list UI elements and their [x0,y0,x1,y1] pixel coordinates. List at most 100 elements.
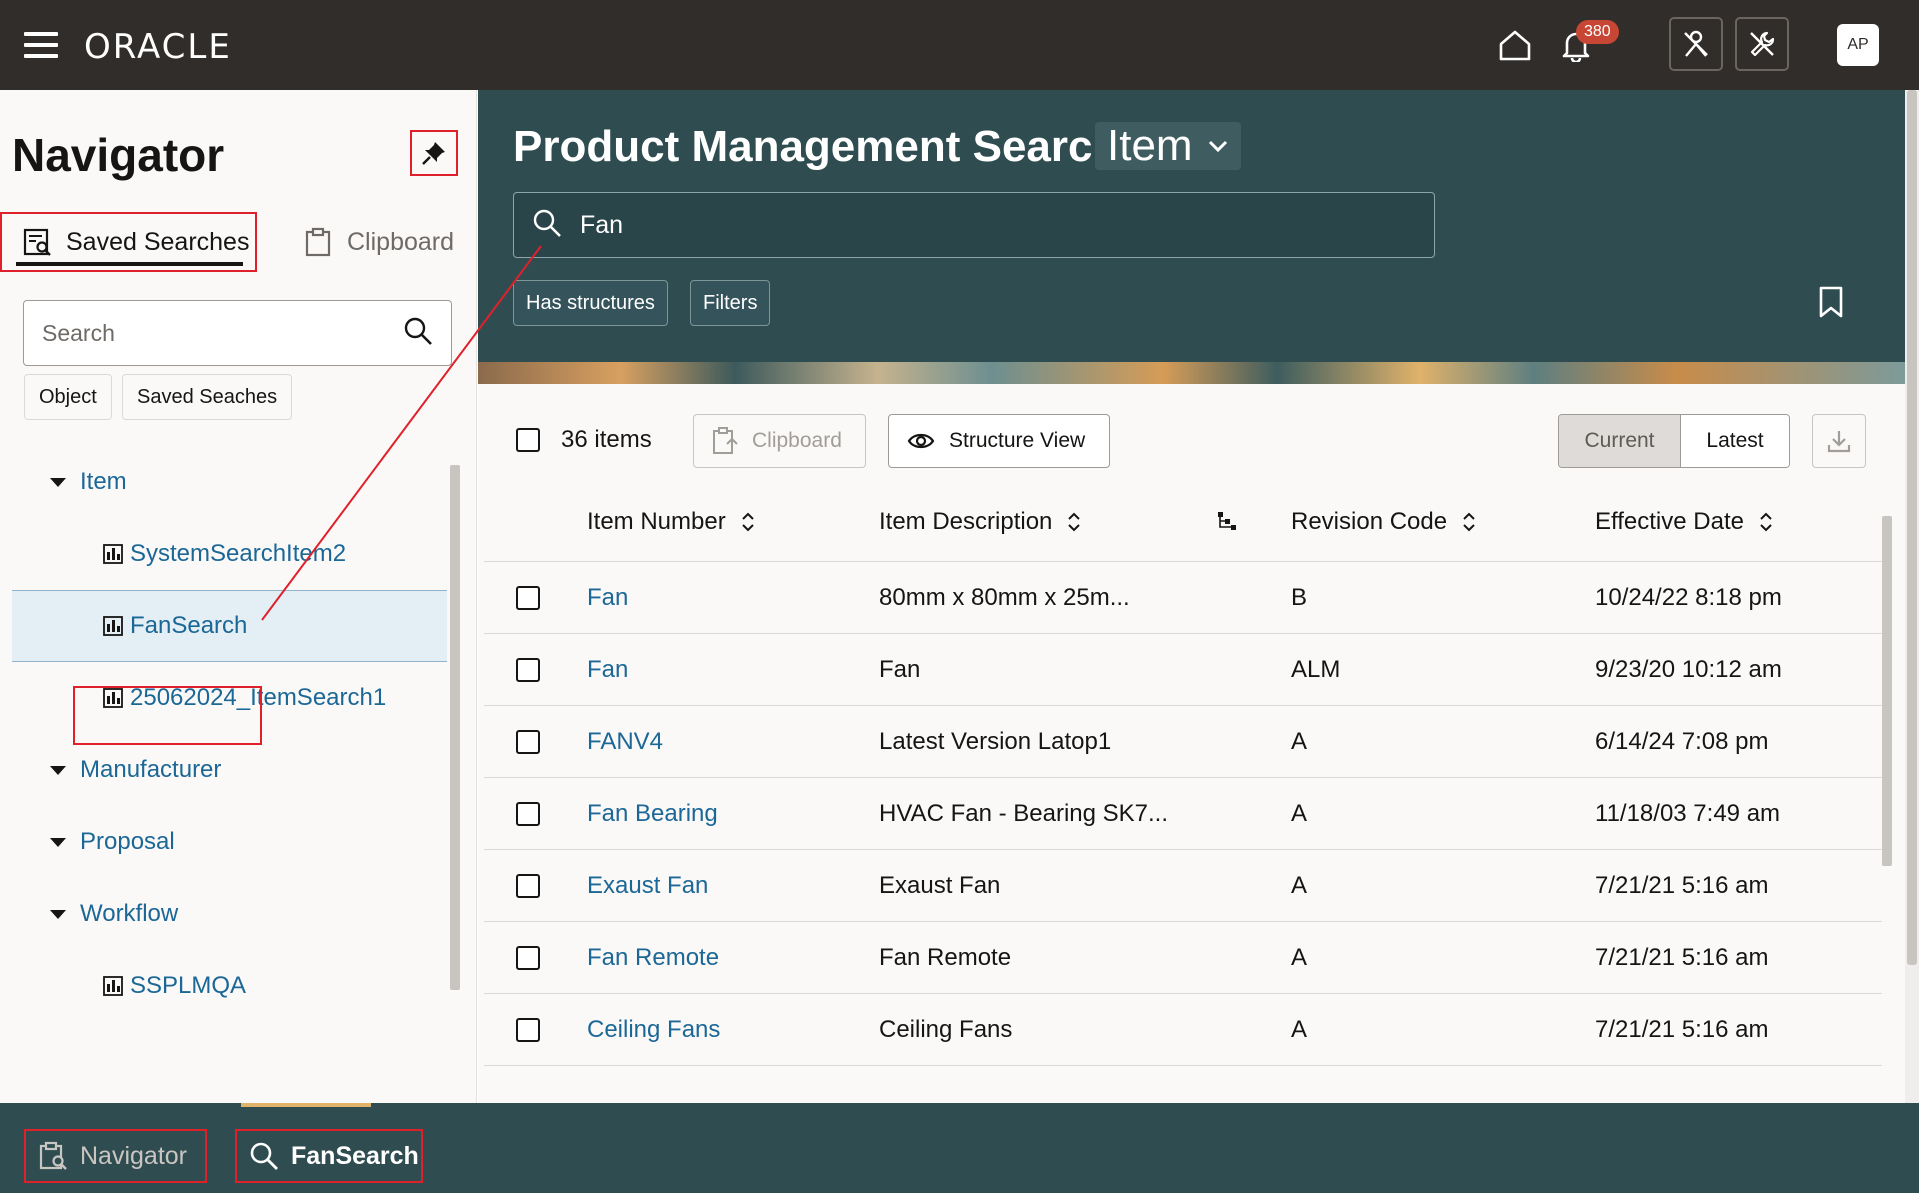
object-type-dropdown[interactable]: Item [1095,121,1241,170]
page-scrollbar-thumb[interactable] [1907,90,1917,965]
pin-icon[interactable] [410,130,458,176]
table-row[interactable]: FANV4 Latest Version Latop1 A 6/14/24 7:… [484,706,1882,778]
tab-clipboard[interactable]: Clipboard [303,212,454,272]
notification-badge[interactable]: 380 [1576,20,1619,44]
hierarchy-icon[interactable] [1216,510,1238,532]
column-revision-code[interactable]: Revision Code [1291,508,1477,536]
revision-code: A [1291,944,1308,971]
chevron-down-icon [1207,139,1229,153]
item-number-link[interactable]: Fan Remote [587,944,719,972]
items-count: 36 items [561,426,652,453]
tree-item-fansearch[interactable]: FanSearch [12,590,447,662]
toggle-latest[interactable]: Latest [1681,415,1789,467]
row-checkbox[interactable] [516,1018,540,1042]
item-number-link[interactable]: Fan [587,656,628,684]
caret-down-icon[interactable] [50,477,66,487]
select-all-checkbox[interactable] [516,428,540,452]
table-row[interactable]: Fan Bearing HVAC Fan - Bearing SK7... A … [484,778,1882,850]
item-number-link[interactable]: Fan Bearing [587,800,718,828]
revision-code: B [1291,584,1308,611]
chip-has-structures[interactable]: Has structures [513,280,668,326]
sort-icon[interactable] [1758,511,1774,533]
tree-group-item[interactable]: Item [0,446,447,518]
tree-item-ssplmqa[interactable]: SSPLMQA [0,950,447,1022]
clipboard-label: Clipboard [752,429,842,452]
table-row[interactable]: Ceiling Fans Ceiling Fans A 7/21/21 5:16… [484,994,1882,1066]
item-number-link[interactable]: Exaust Fan [587,872,708,900]
clipboard-add-icon [712,427,738,455]
main-search[interactable] [513,192,1435,258]
table-row[interactable]: Fan 80mm x 80mm x 25m... B 10/24/22 8:18… [484,562,1882,634]
row-checkbox[interactable] [516,658,540,682]
tree-item-systemsearchitem2[interactable]: SystemSearchItem2 [0,518,447,590]
tab-underline [16,262,243,266]
bookmark-icon[interactable] [1818,286,1844,318]
row-checkbox[interactable] [516,802,540,826]
column-item-description[interactable]: Item Description [879,508,1082,536]
eye-icon [907,431,935,451]
table-scrollbar[interactable] [1882,516,1892,866]
task-label: Navigator [80,1141,187,1170]
search-input[interactable] [42,319,403,347]
object-type-label: Item [1107,121,1193,170]
caret-down-icon[interactable] [50,837,66,847]
tree-group-workflow[interactable]: Workflow [0,878,447,950]
toggle-current[interactable]: Current [1559,415,1681,467]
revision-toggle[interactable]: Current Latest [1558,414,1790,468]
saved-search-file-icon [102,543,124,565]
avatar[interactable]: AP [1837,24,1879,66]
item-description: Fan [879,656,921,683]
caret-down-icon[interactable] [50,909,66,919]
revision-code: A [1291,872,1308,899]
home-icon[interactable] [1494,24,1536,66]
table-row[interactable]: Fan Fan ALM 9/23/20 10:12 am [484,634,1882,706]
menu-icon[interactable] [24,32,58,58]
column-item-number[interactable]: Item Number [587,508,756,536]
filter-chip-object[interactable]: Object [24,374,112,420]
saved-search-file-icon [102,615,124,637]
item-number-link[interactable]: FANV4 [587,728,663,756]
filter-chip-saved-searches[interactable]: Saved Seaches [122,374,293,420]
navigator-icon [38,1141,68,1171]
row-checkbox[interactable] [516,730,540,754]
search-input[interactable] [580,210,1416,240]
revision-code: A [1291,800,1308,827]
person-tool-icon[interactable] [1669,17,1723,71]
caret-down-icon[interactable] [50,765,66,775]
clipboard-button[interactable]: Clipboard [693,414,866,468]
tree-label: FanSearch [130,612,248,639]
saved-search-icon [22,227,52,257]
column-label: Effective Date [1595,508,1744,535]
oracle-logo[interactable]: ORACLE [84,27,232,67]
row-checkbox[interactable] [516,586,540,610]
tree-group-proposal[interactable]: Proposal [0,806,447,878]
chip-filters[interactable]: Filters [690,280,771,326]
table-row[interactable]: Fan Remote Fan Remote A 7/21/21 5:16 am [484,922,1882,994]
sort-icon[interactable] [1461,511,1477,533]
navigator-search[interactable] [23,300,452,366]
download-icon[interactable] [1812,414,1866,468]
table-row[interactable]: Exaust Fan Exaust Fan A 7/21/21 5:16 am [484,850,1882,922]
structure-view-button[interactable]: Structure View [888,414,1110,468]
search-icon [249,1141,279,1171]
sort-icon[interactable] [740,511,756,533]
tool-off-icon[interactable] [1735,17,1789,71]
task-fansearch[interactable]: FanSearch [235,1129,423,1183]
column-effective-date[interactable]: Effective Date [1595,508,1774,536]
sort-icon[interactable] [1066,511,1082,533]
tree-label: Workflow [80,900,179,927]
structure-view-label: Structure View [949,429,1086,452]
tab-label: Saved Searches [66,227,250,256]
item-number-link[interactable]: Fan [587,584,628,612]
tab-saved-searches[interactable]: Saved Searches [0,212,257,272]
row-checkbox[interactable] [516,946,540,970]
task-navigator[interactable]: Navigator [24,1129,207,1183]
row-checkbox[interactable] [516,874,540,898]
page-scrollbar[interactable] [1905,90,1919,1103]
revision-code: A [1291,1016,1308,1043]
navigator-scrollbar[interactable] [450,465,460,990]
navigator-panel: Navigator Saved Searches Clipboard Objec… [0,90,477,1103]
item-number-link[interactable]: Ceiling Fans [587,1016,720,1044]
search-icon[interactable] [403,316,433,351]
tree-label: Manufacturer [80,756,222,783]
